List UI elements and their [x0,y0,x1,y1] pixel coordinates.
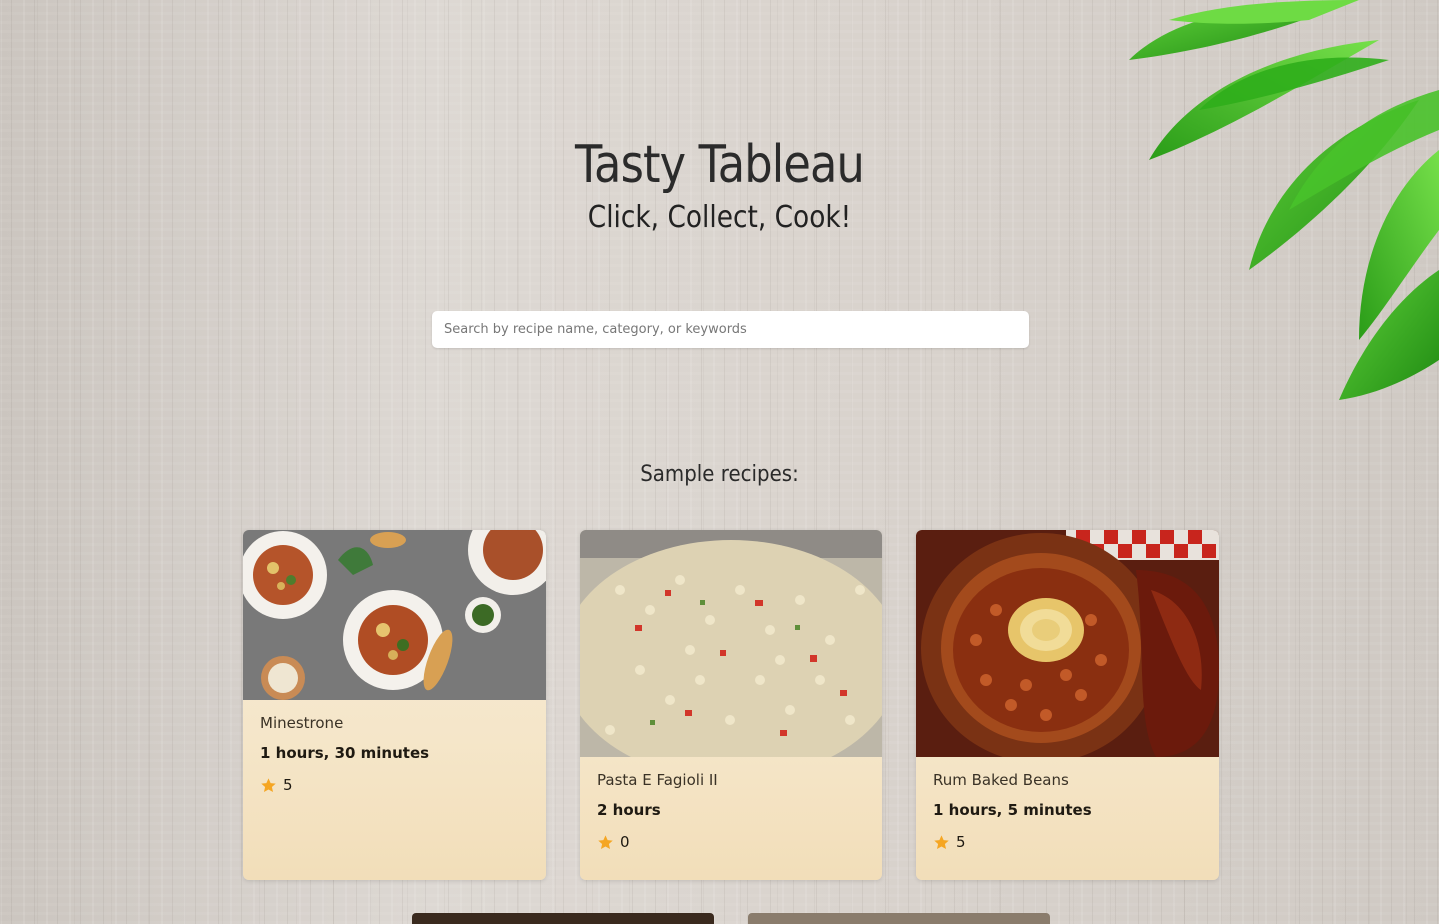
recipe-image-pasta-e-fagioli [580,530,882,757]
recipe-image-rum-baked-beans [916,530,1219,757]
recipe-image-minestrone [243,530,546,700]
rating-value: 5 [956,833,966,851]
recipe-card-partial[interactable] [748,913,1050,924]
recipe-rating: 0 [597,833,865,851]
recipe-card-partial[interactable] [412,913,714,924]
recipe-time: 1 hours, 5 minutes [933,801,1092,819]
star-icon [598,834,613,849]
recipe-time: 2 hours [597,801,661,819]
search-input[interactable] [432,311,1029,348]
recipe-name: Pasta E Fagioli II [597,771,718,789]
recipe-name: Minestrone [260,714,344,732]
recipe-card-rum-baked-beans[interactable]: Rum Baked Beans 1 hours, 5 minutes 5 [916,530,1219,880]
star-icon [261,777,276,792]
rating-value: 5 [283,776,293,794]
recipe-time: 1 hours, 30 minutes [260,744,430,762]
search-box [432,311,1029,348]
recipe-name: Rum Baked Beans [933,771,1069,789]
rating-value: 0 [620,833,630,851]
sample-recipes-heading: Sample recipes: [640,462,799,487]
recipe-rating: 5 [933,833,1202,851]
site-title: Tasty Tableau [574,134,865,195]
site-tagline: Click, Collect, Cook! [587,200,852,235]
recipe-card-pasta-e-fagioli[interactable]: Pasta E Fagioli II 2 hours 0 [580,530,882,880]
recipe-rating: 5 [260,776,529,794]
recipe-card-minestrone[interactable]: Minestrone 1 hours, 30 minutes 5 [243,530,546,880]
star-icon [934,834,949,849]
